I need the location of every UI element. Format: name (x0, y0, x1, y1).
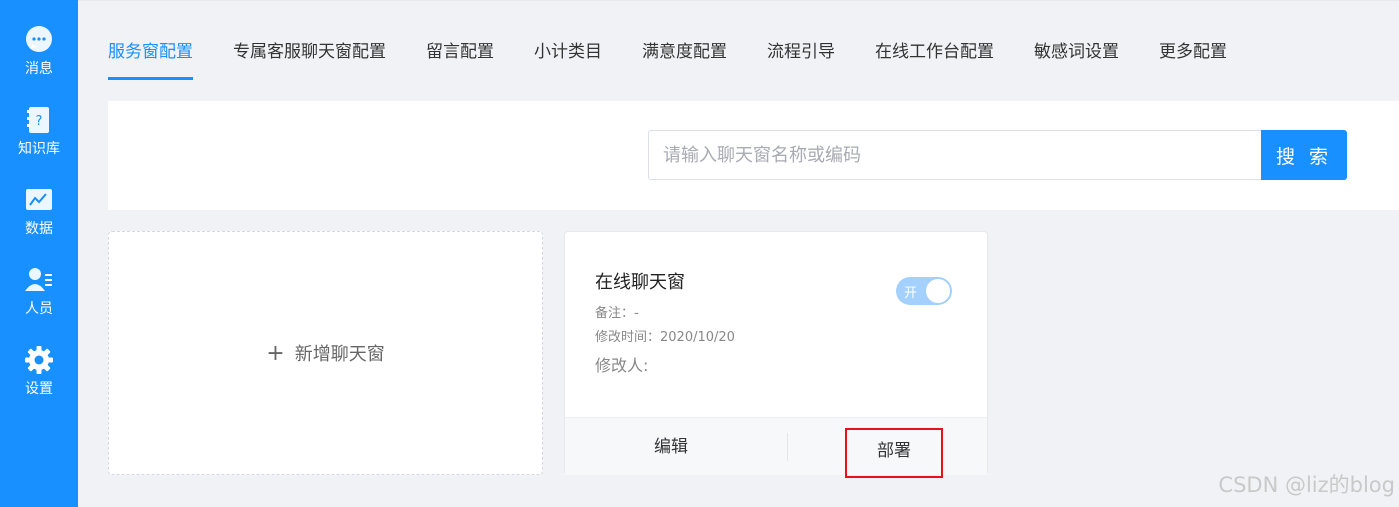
tab-subtotal-category[interactable]: 小计类目 (534, 41, 602, 81)
sidebar-item-knowledge-base[interactable]: ? 知识库 (0, 105, 78, 158)
chart-icon (24, 185, 54, 215)
sidebar-item-label: 数据 (25, 221, 53, 237)
tab-dedicated-chat-config[interactable]: 专属客服聊天窗配置 (233, 41, 386, 81)
main-content: 服务窗配置 专属客服聊天窗配置 留言配置 小计类目 满意度配置 流程引导 在线工… (78, 0, 1399, 507)
chat-bubble-icon (24, 25, 54, 55)
tab-message-config[interactable]: 留言配置 (426, 41, 494, 81)
footer-divider (787, 433, 788, 461)
watermark: CSDN @liz的blog (1218, 473, 1395, 497)
plus-icon: + (266, 340, 285, 366)
enable-toggle[interactable]: 开 (896, 277, 952, 305)
add-chat-window-card[interactable]: + 新增聊天窗 (108, 231, 543, 475)
tab-service-window-config[interactable]: 服务窗配置 (108, 41, 193, 81)
gear-icon (24, 345, 54, 375)
sidebar-item-messages[interactable]: 消息 (0, 25, 78, 78)
chat-window-modified-time: 修改时间：2020/10/20 (595, 330, 735, 345)
chat-window-card: 在线聊天窗 开 备注：- 修改时间：2020/10/20 修改人: 编辑 部署 (564, 231, 988, 478)
tab-more-config[interactable]: 更多配置 (1159, 41, 1227, 81)
sidebar-item-data[interactable]: 数据 (0, 185, 78, 238)
deploy-button[interactable]: 部署 (845, 428, 943, 478)
sidebar-item-label: 设置 (25, 381, 53, 397)
sidebar-item-staff[interactable]: 人员 (0, 265, 78, 318)
chat-window-title: 在线聊天窗 (595, 272, 685, 293)
edit-button[interactable]: 编辑 (565, 418, 777, 476)
chat-window-modifier: 修改人: (595, 356, 649, 375)
sidebar-item-label: 知识库 (18, 141, 60, 157)
sidebar: 消息 ? 知识库 数据 人员 设置 (0, 0, 78, 507)
svg-text:?: ? (36, 114, 43, 129)
search-panel: 搜 索 (108, 101, 1399, 210)
config-tabs: 服务窗配置 专属客服聊天窗配置 留言配置 小计类目 满意度配置 流程引导 在线工… (108, 41, 1267, 81)
tab-satisfaction-config[interactable]: 满意度配置 (642, 41, 727, 81)
sidebar-item-label: 人员 (25, 301, 53, 317)
tab-sensitive-words[interactable]: 敏感词设置 (1034, 41, 1119, 81)
tab-online-workbench-config[interactable]: 在线工作台配置 (875, 41, 994, 81)
tab-flow-guide[interactable]: 流程引导 (767, 41, 835, 81)
add-chat-window-label: 新增聊天窗 (294, 344, 385, 365)
card-footer: 编辑 部署 (565, 417, 987, 478)
chat-window-note: 备注：- (595, 306, 639, 321)
sidebar-item-label: 消息 (25, 61, 53, 77)
question-book-icon: ? (24, 105, 54, 135)
search-button[interactable]: 搜 索 (1261, 130, 1347, 180)
user-list-icon (24, 265, 54, 295)
sidebar-item-settings[interactable]: 设置 (0, 345, 78, 398)
toggle-label: 开 (904, 286, 918, 301)
toggle-knob (926, 279, 950, 303)
search-input[interactable] (648, 130, 1262, 180)
